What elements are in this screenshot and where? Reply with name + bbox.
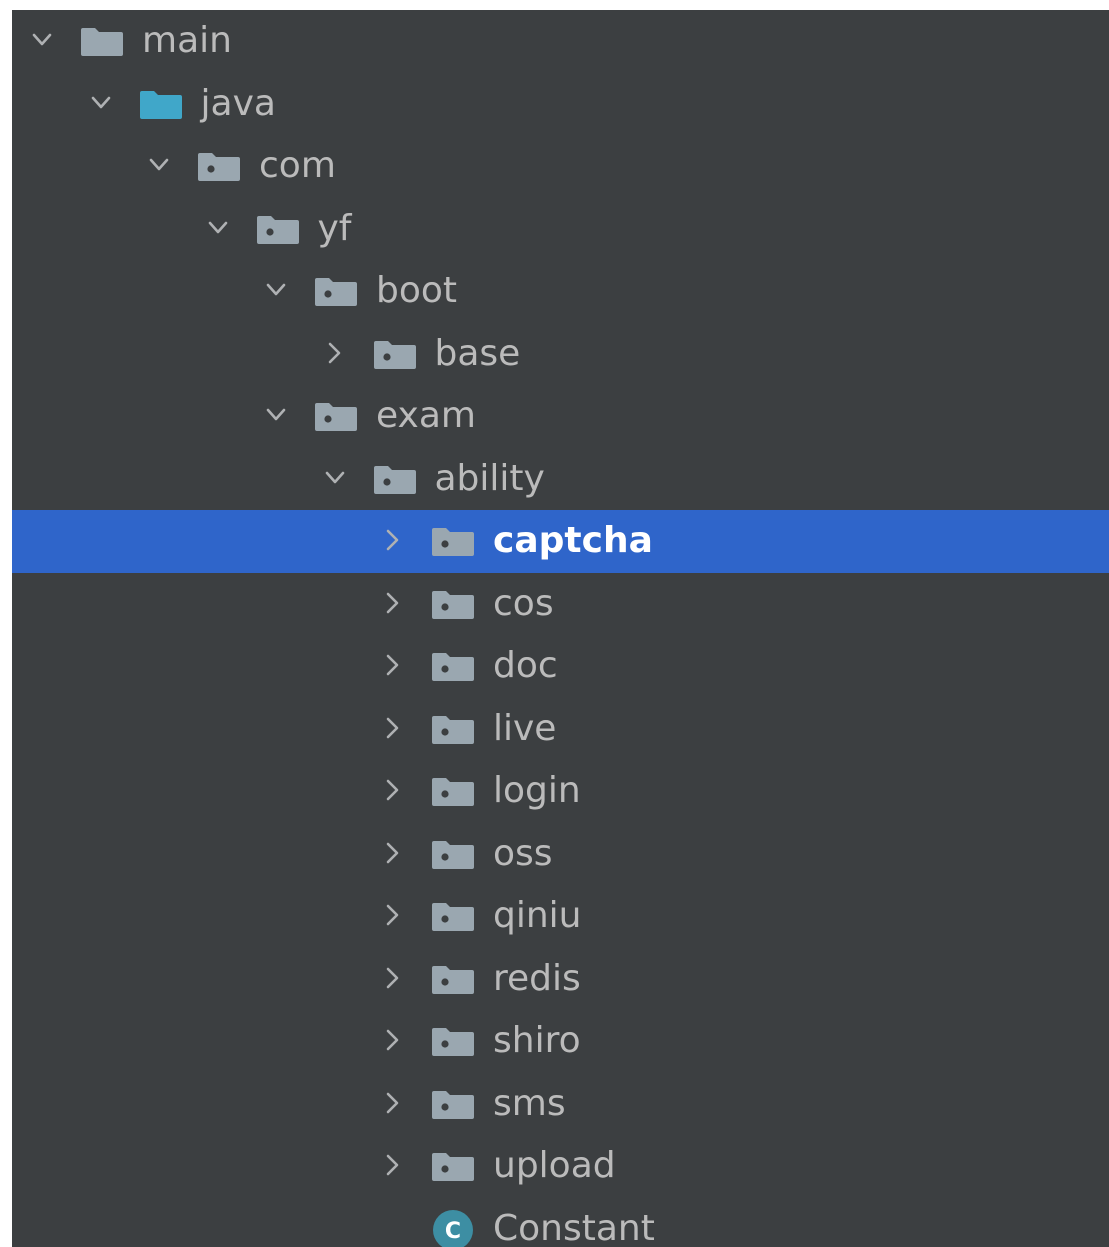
tree-item-shiro[interactable]: shiro <box>12 1010 1109 1073</box>
chevron-right-icon[interactable] <box>379 1089 407 1117</box>
tree-item-label: exam <box>376 395 476 436</box>
tree-item-doc[interactable]: doc <box>12 635 1109 698</box>
tree-item-base[interactable]: base <box>12 323 1109 386</box>
tree-item-label: com <box>259 145 336 186</box>
package-icon <box>431 1027 475 1057</box>
package-icon <box>431 652 475 682</box>
package-icon <box>431 1090 475 1120</box>
tree-item-login[interactable]: login <box>12 760 1109 823</box>
tree-item-boot[interactable]: boot <box>12 260 1109 323</box>
package-icon <box>431 840 475 870</box>
package-icon <box>431 590 475 620</box>
tree-item-captcha[interactable]: captcha <box>12 510 1109 573</box>
chevron-right-icon[interactable] <box>379 901 407 929</box>
package-icon <box>197 152 241 182</box>
tree-item-live[interactable]: live <box>12 698 1109 761</box>
chevron-right-icon[interactable] <box>379 776 407 804</box>
tree-item-constant[interactable]: C Constant <box>12 1198 1109 1247</box>
package-icon <box>256 215 300 245</box>
tree-item-cos[interactable]: cos <box>12 573 1109 636</box>
tree-item-java[interactable]: java <box>12 73 1109 136</box>
package-icon <box>431 777 475 807</box>
package-icon <box>431 1152 475 1182</box>
chevron-right-icon[interactable] <box>379 651 407 679</box>
package-icon <box>431 965 475 995</box>
tree-item-label: captcha <box>493 520 653 561</box>
chevron-right-icon[interactable] <box>379 589 407 617</box>
chevron-right-icon[interactable] <box>379 526 407 554</box>
tree-item-label: sms <box>493 1082 566 1124</box>
tree-item-label: yf <box>317 207 352 249</box>
tree-item-com[interactable]: com <box>12 135 1109 198</box>
chevron-down-icon[interactable] <box>87 89 115 117</box>
chevron-down-icon[interactable] <box>204 214 232 242</box>
source-folder-icon <box>139 90 183 120</box>
java-class-icon: C <box>431 1208 475 1247</box>
folder-icon <box>80 27 124 57</box>
chevron-right-icon[interactable] <box>379 714 407 742</box>
tree-item-label: upload <box>493 1145 616 1186</box>
chevron-down-icon[interactable] <box>262 276 290 304</box>
tree-item-label: boot <box>376 270 458 311</box>
package-icon <box>373 465 417 495</box>
package-icon <box>314 277 358 307</box>
tree-item-label: qiniu <box>493 895 582 936</box>
tree-item-label: login <box>493 770 581 811</box>
project-tree-panel: main java com yf boot base exam ability captcha c… <box>12 10 1109 1247</box>
tree-item-label: base <box>434 332 521 374</box>
tree-item-label: ability <box>434 457 545 499</box>
chevron-right-icon[interactable] <box>379 964 407 992</box>
tree-item-redis[interactable]: redis <box>12 948 1109 1011</box>
chevron-right-icon[interactable] <box>321 339 349 367</box>
package-icon <box>314 402 358 432</box>
package-icon <box>373 340 417 370</box>
chevron-down-icon[interactable] <box>321 464 349 492</box>
chevron-down-icon[interactable] <box>262 401 290 429</box>
tree-item-label: doc <box>493 645 558 686</box>
tree-item-label: shiro <box>493 1020 581 1061</box>
chevron-right-icon[interactable] <box>379 1026 407 1054</box>
tree-item-sms[interactable]: sms <box>12 1073 1109 1136</box>
chevron-right-icon[interactable] <box>379 1151 407 1179</box>
tree-item-upload[interactable]: upload <box>12 1135 1109 1198</box>
package-icon <box>431 902 475 932</box>
tree-item-main[interactable]: main <box>12 10 1109 73</box>
chevron-down-icon[interactable] <box>28 26 56 54</box>
chevron-down-icon[interactable] <box>145 151 173 179</box>
tree-item-label: redis <box>493 957 581 999</box>
package-icon <box>431 527 475 557</box>
tree-item-yf[interactable]: yf <box>12 198 1109 261</box>
package-icon <box>431 715 475 745</box>
tree-item-oss[interactable]: oss <box>12 823 1109 886</box>
chevron-right-icon[interactable] <box>379 839 407 867</box>
tree-item-ability[interactable]: ability <box>12 448 1109 511</box>
class-icon-letter: C <box>445 1219 461 1244</box>
tree-item-label: live <box>493 707 557 749</box>
tree-item-exam[interactable]: exam <box>12 385 1109 448</box>
tree-item-label: cos <box>493 582 554 624</box>
tree-item-label: main <box>142 20 232 61</box>
tree-item-label: Constant <box>493 1207 655 1247</box>
tree-item-label: java <box>200 82 276 124</box>
tree-item-qiniu[interactable]: qiniu <box>12 885 1109 948</box>
tree-item-label: oss <box>493 832 553 874</box>
project-tree: main java com yf boot base exam ability captcha c… <box>12 10 1109 1247</box>
